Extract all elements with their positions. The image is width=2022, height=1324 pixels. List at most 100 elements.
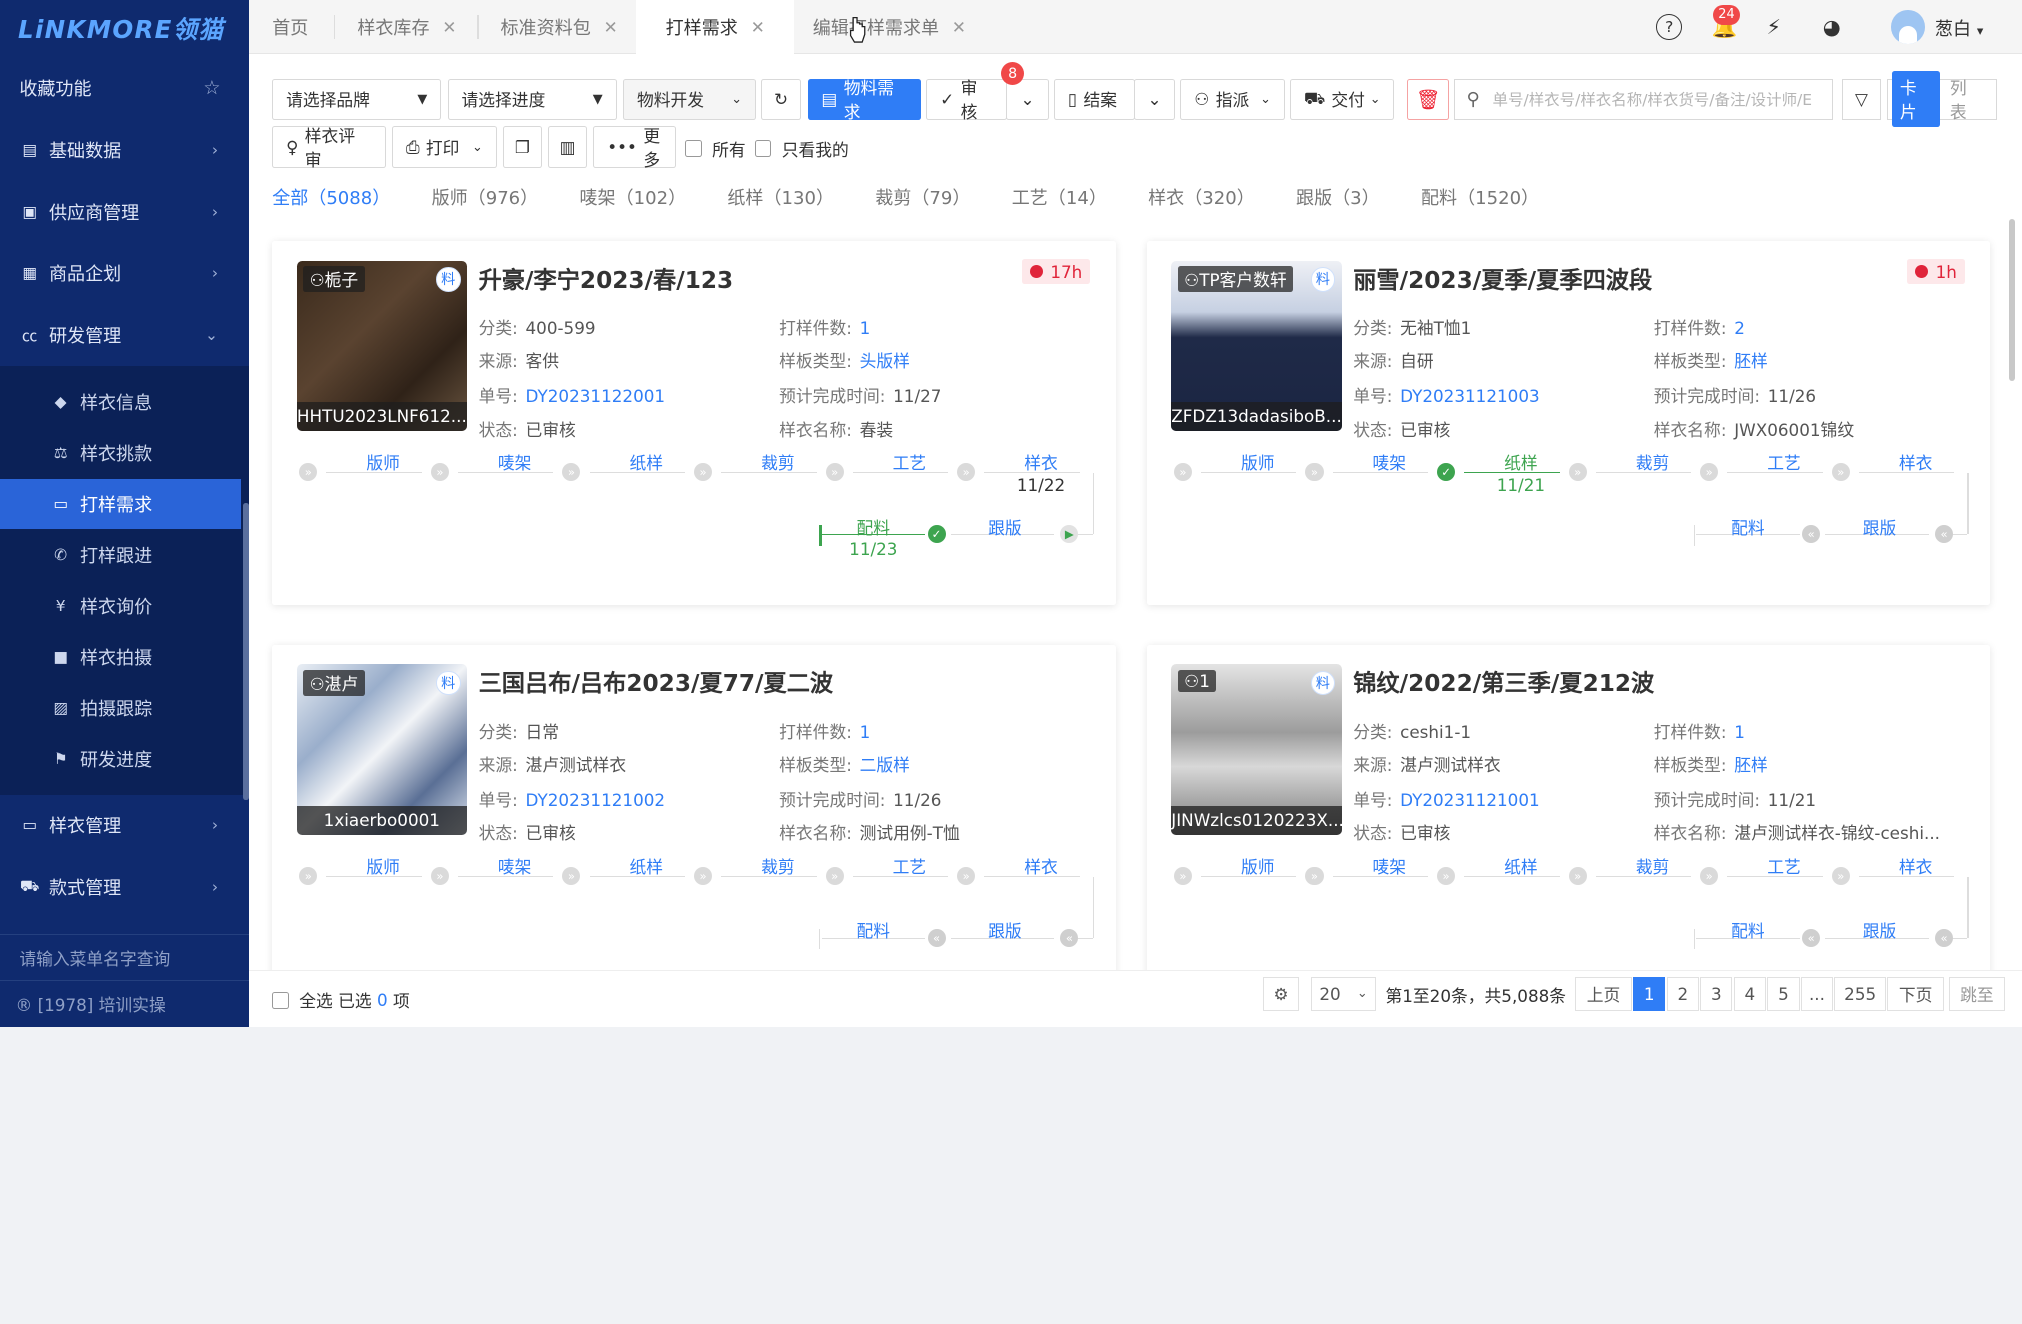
page-ellipsis[interactable]: ...: [1800, 976, 1834, 1012]
delete-button[interactable]: 🗑: [1407, 78, 1449, 120]
jump-to-input[interactable]: 跳至: [1949, 976, 2005, 1012]
page-button[interactable]: 255: [1834, 976, 1886, 1012]
sidebar-item-sample-follow[interactable]: ✆ 打样跟进: [0, 529, 249, 580]
card-title[interactable]: 丽雪/2023/夏季/夏季四波段: [1353, 261, 1652, 295]
menu-search-input[interactable]: 请输入菜单名字查询: [0, 933, 249, 980]
stage-label[interactable]: 纸样: [608, 450, 685, 474]
close-case-button[interactable]: ▯ 结案: [1053, 78, 1136, 120]
checkbox-box[interactable]: [754, 140, 772, 158]
stage-label[interactable]: 跟版: [1841, 515, 1918, 539]
stage-label[interactable]: 工艺: [871, 450, 948, 474]
more-button[interactable]: ••• 更多: [593, 126, 676, 170]
view-card-button[interactable]: 卡片: [1892, 71, 1940, 128]
tab-sample-stock[interactable]: 样衣库存 ✕: [357, 0, 456, 54]
stage-label[interactable]: 工艺: [1745, 854, 1822, 878]
progress-select[interactable]: 请选择进度 ▼: [447, 78, 617, 120]
sidebar-item-sample-request[interactable]: ▭ 打样需求: [0, 478, 242, 530]
sidebar-scrollbar[interactable]: [242, 503, 249, 800]
card-title[interactable]: 锦纹/2022/第三季/夏212波: [1353, 664, 1654, 698]
field-value[interactable]: 2: [1734, 318, 1745, 338]
sidebar-item-photo-track[interactable]: ▨ 拍摄跟踪: [0, 682, 249, 733]
tab-standard-pack[interactable]: 标准资料包 ✕: [501, 0, 618, 54]
stage-label[interactable]: 配料: [1709, 918, 1786, 942]
status-tab-follow[interactable]: 跟版（3）: [1296, 184, 1380, 210]
view-list-button[interactable]: 列表: [1940, 71, 1993, 127]
close-case-dropdown[interactable]: ⌄: [1133, 78, 1176, 120]
assign-button[interactable]: ⚇ 指派 ⌄: [1180, 78, 1285, 120]
status-tab-paper[interactable]: 纸样（130）: [727, 184, 834, 210]
stage-label[interactable]: 唛架: [1351, 450, 1428, 474]
stage-label[interactable]: 工艺: [1745, 450, 1822, 474]
sample-thumbnail[interactable]: ⚇栀子 料 HHTU2023LNF612...: [296, 260, 467, 431]
stage-label[interactable]: 跟版: [1841, 918, 1918, 942]
stage-label[interactable]: 版师: [344, 854, 421, 878]
stage-label[interactable]: 工艺: [871, 854, 948, 878]
settings-button[interactable]: ⚙: [1262, 976, 1300, 1012]
field-value[interactable]: 胚样: [1734, 351, 1768, 371]
stage-label[interactable]: 纸样: [1482, 450, 1559, 474]
tab-sample-request[interactable]: 打样需求 ✕: [635, 0, 795, 55]
content-scrollbar[interactable]: [2008, 219, 2015, 381]
sidebar-item-sample-info[interactable]: ◆ 样衣信息: [0, 377, 249, 428]
sidebar-item-sample-pick[interactable]: ⚖ 样衣挑款: [0, 428, 249, 479]
stage-label[interactable]: 样衣: [1877, 854, 1954, 878]
sidebar-item-basic-data[interactable]: ▤ 基础数据 ›: [0, 119, 249, 181]
sidebar-item-sample-mgmt[interactable]: ▭ 样衣管理 ›: [0, 795, 249, 857]
next-page-button[interactable]: 下页: [1887, 976, 1945, 1012]
card-title[interactable]: 三国吕布/吕布2023/夏77/夏二波: [479, 664, 834, 698]
stage-label[interactable]: 版师: [1219, 450, 1296, 474]
avatar[interactable]: [1891, 10, 1925, 44]
star-icon[interactable]: ☆: [203, 76, 220, 99]
stage-label[interactable]: 裁剪: [739, 854, 816, 878]
status-tab-ingredients[interactable]: 配料（1520）: [1421, 184, 1539, 210]
stage-label[interactable]: 纸样: [1482, 854, 1559, 878]
sample-thumbnail[interactable]: ⚇1 料 JINWzlcs0120223X...: [1171, 664, 1342, 835]
stage-label[interactable]: 样衣: [1002, 854, 1079, 878]
stage-label[interactable]: 配料: [835, 918, 912, 942]
brand-select[interactable]: 请选择品牌 ▼: [272, 78, 442, 120]
sidebar-item-sample-photo[interactable]: ■ 样衣拍摄: [0, 631, 249, 682]
stage-label[interactable]: 版师: [1219, 854, 1296, 878]
stage-label[interactable]: 唛架: [1351, 854, 1428, 878]
stage-label[interactable]: 样衣: [1877, 450, 1954, 474]
sample-request-card[interactable]: ⚇1 料 JINWzlcs0120223X... 锦纹/2022/第三季/夏212波分…: [1146, 645, 1991, 1009]
sidebar-item-rd[interactable]: ㏄研发管理 ⌄: [0, 304, 249, 366]
status-tab-patternmaker[interactable]: 版师（976）: [432, 184, 539, 210]
close-icon[interactable]: ✕: [751, 17, 765, 37]
stage-label[interactable]: 跟版: [966, 918, 1043, 942]
page-button[interactable]: 4: [1733, 976, 1766, 1012]
card-title[interactable]: 升豪/李宁2023/春/123: [479, 261, 734, 295]
stage-label[interactable]: 配料: [1709, 515, 1786, 539]
status-tab-all[interactable]: 全部（5088）: [272, 184, 390, 210]
field-value[interactable]: DY20231121003: [1400, 386, 1540, 406]
material-request-button[interactable]: ▤ 物料需求: [807, 78, 922, 122]
print-button[interactable]: ⎙ 打印 ⌄: [392, 126, 497, 168]
checkbox-box[interactable]: [272, 991, 289, 1009]
copy-button[interactable]: ❐: [503, 126, 542, 168]
stage-label[interactable]: 配料: [835, 515, 912, 539]
field-value[interactable]: DY20231121001: [1400, 790, 1540, 810]
status-tab-marker[interactable]: 唛架（102）: [579, 184, 686, 210]
sample-request-card[interactable]: ⚇湛卢 料 1xiaerbo0001 三国吕布/吕布2023/夏77/夏二波 分类: 日常…: [272, 645, 1116, 1009]
field-value[interactable]: 胚样: [1734, 755, 1768, 775]
prev-page-button[interactable]: 上页: [1575, 976, 1632, 1012]
deliver-button[interactable]: ⛟ 交付 ⌄: [1290, 78, 1395, 120]
field-value[interactable]: 1: [1734, 722, 1745, 742]
audit-button[interactable]: ✓ 审核: [926, 78, 1008, 122]
field-value[interactable]: DY20231122001: [526, 386, 666, 406]
field-value[interactable]: 头版样: [860, 351, 910, 371]
field-value[interactable]: 二版样: [860, 755, 910, 775]
sidebar-item-supplier[interactable]: ▣ 供应商管理 ›: [0, 181, 249, 243]
support-icon[interactable]: ◕: [1816, 12, 1847, 43]
sample-request-card[interactable]: ⚇栀子 料 HHTU2023LNF612... 升豪/李宁2023/春/123 17h 分…: [272, 241, 1116, 605]
tab-edit-sample-request[interactable]: 编辑打样需求单 ✕: [813, 0, 966, 54]
material-dev-select[interactable]: 物料开发 ⌄: [623, 78, 756, 120]
page-button[interactable]: 1: [1633, 976, 1666, 1012]
status-tab-cutting[interactable]: 裁剪（79）: [875, 184, 970, 210]
stage-label[interactable]: 跟版: [966, 515, 1043, 539]
sidebar-item-rd-progress[interactable]: ⚑ 研发进度: [0, 733, 249, 784]
stage-label[interactable]: 唛架: [476, 854, 553, 878]
username[interactable]: 葱白 ▾: [1935, 15, 1983, 41]
page-button[interactable]: 2: [1666, 976, 1699, 1012]
status-tab-sample[interactable]: 样衣（320）: [1148, 184, 1255, 210]
